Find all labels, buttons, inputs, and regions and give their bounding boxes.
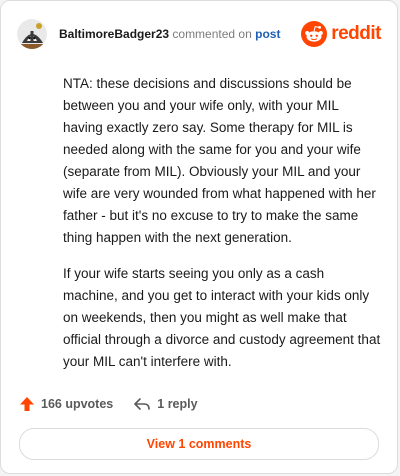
comment-header: BaltimoreBadger23 commented on post redd… [17,19,381,51]
username-link[interactable]: BaltimoreBadger23 [59,27,169,41]
upvote-button[interactable]: 166 upvotes [19,396,113,412]
reply-count: 1 reply [157,397,198,411]
reply-arrow-icon [134,398,151,410]
reddit-logo[interactable]: reddit [301,21,381,47]
comment-meta: BaltimoreBadger23 commented on post [59,27,280,41]
reddit-alien-icon [301,21,328,47]
reddit-wordmark: reddit [331,23,381,44]
badger-avatar-icon [17,19,47,49]
upvote-arrow-icon [20,397,34,411]
user-avatar[interactable] [17,19,47,49]
comment-footer: 166 upvotes 1 reply [19,393,379,415]
view-comments-button[interactable]: View 1 comments [19,428,379,460]
comment-paragraph: If your wife starts seeing you only as a… [63,266,381,369]
commented-on-text: commented on [172,27,252,41]
comment-card: BaltimoreBadger23 commented on post redd… [0,0,398,474]
upvote-count: 166 upvotes [41,397,114,411]
comment-body: NTA: these decisions and discussions sho… [63,73,381,387]
reply-button[interactable]: 1 reply [133,396,198,412]
comment-paragraph: NTA: these decisions and discussions sho… [63,76,376,245]
post-link[interactable]: post [255,27,280,41]
